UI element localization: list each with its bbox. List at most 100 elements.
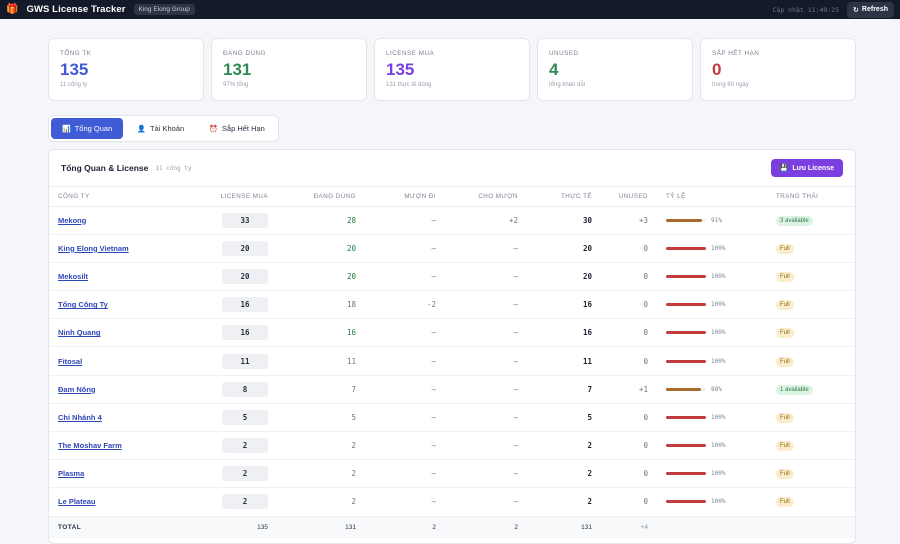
company-link[interactable]: King Elong Vietnam (49, 234, 189, 263)
license-input[interactable]: 16 (222, 325, 268, 341)
company-link[interactable]: Plasma (49, 459, 189, 489)
table-row: Le Plateau 2 2– –2 0 100% Full (49, 487, 855, 517)
table-row: Fitosal 11 11– –11 0 100% Full (49, 346, 855, 376)
license-cell[interactable]: 33 (189, 206, 277, 235)
tab-expiring[interactable]: ⏰ Sắp Hết Hạn (198, 118, 276, 139)
stat-label: Unused (549, 50, 579, 57)
lend-cell: – (445, 403, 527, 433)
license-input[interactable]: 5 (222, 409, 268, 425)
license-input[interactable]: 20 (222, 240, 268, 256)
company-link[interactable]: Chi Nhánh 4 (49, 403, 189, 433)
col-ratio[interactable]: Tỷ lệ (657, 187, 767, 207)
company-link[interactable]: Mekong (49, 206, 189, 235)
company-link[interactable]: Đam Nông (49, 375, 189, 404)
ratio-cell: 100% (657, 346, 767, 376)
borrow-cell: – (365, 487, 445, 517)
license-input[interactable]: 16 (222, 297, 268, 313)
using-cell: 2 (277, 487, 365, 517)
status-badge: Full (776, 497, 794, 508)
license-cell[interactable]: 2 (189, 459, 277, 489)
company-link[interactable]: Mekosilt (49, 262, 189, 292)
company-link[interactable]: Ninh Quang (49, 318, 189, 348)
license-input[interactable]: 8 (222, 381, 268, 397)
borrow-cell: – (365, 459, 445, 489)
ratio-bar-fill (666, 359, 706, 363)
actual-cell: 2 (527, 487, 601, 517)
unused-cell: 0 (601, 403, 657, 433)
tab-label: Tài Khoản (149, 124, 185, 133)
total-actual: 131 (527, 516, 601, 539)
tab-accounts[interactable]: 👤 Tài Khoản (126, 118, 195, 139)
using-cell: 28 (277, 206, 365, 235)
total-lend: 2 (445, 516, 527, 539)
company-link[interactable]: Le Plateau (49, 487, 189, 517)
lend-cell: – (445, 262, 527, 292)
ratio-cell: 100% (657, 262, 767, 292)
top-bar: 🎁 GWS License Tracker King Elong Group C… (0, 0, 900, 19)
stats-row: Tổng TK 135 11 công ty Đang dùng 131 97%… (48, 38, 856, 101)
borrow-cell: – (365, 346, 445, 376)
ratio-percent: 100% (711, 244, 726, 252)
license-cell[interactable]: 16 (189, 318, 277, 348)
save-license-button[interactable]: 💾 Lưu License (770, 159, 843, 177)
license-cell[interactable]: 5 (189, 403, 277, 433)
license-cell[interactable]: 8 (189, 375, 277, 404)
col-lend[interactable]: Cho mượn (445, 187, 527, 207)
total-license: 135 (189, 516, 277, 539)
using-cell: 2 (277, 431, 365, 461)
actual-cell: 30 (527, 206, 601, 235)
ratio-bar (666, 331, 706, 335)
ratio-bar-fill (666, 500, 706, 504)
col-actual[interactable]: Thực tế (527, 187, 601, 207)
ratio-bar-fill (666, 444, 706, 448)
stat-label: Đang dùng (223, 50, 266, 57)
col-company[interactable]: Công ty (49, 187, 189, 207)
total-row: TOTAL 135 131 2 2 131 +4 (49, 516, 855, 539)
license-cell[interactable]: 11 (189, 346, 277, 376)
panel-title: Tổng Quan & License (61, 163, 149, 173)
ratio-bar-fill (666, 387, 702, 391)
license-cell[interactable]: 20 (189, 262, 277, 292)
license-input[interactable]: 11 (222, 353, 268, 369)
license-cell[interactable]: 16 (189, 290, 277, 320)
license-cell[interactable]: 20 (189, 234, 277, 263)
company-link[interactable]: The Moshav Farm (49, 431, 189, 461)
license-input[interactable]: 2 (222, 438, 268, 454)
col-using[interactable]: Đang dùng (277, 187, 365, 207)
license-cell[interactable]: 2 (189, 487, 277, 517)
ratio-percent: 88% (711, 385, 722, 393)
actual-cell: 20 (527, 234, 601, 263)
org-badge[interactable]: King Elong Group (133, 4, 195, 15)
company-link[interactable]: Tổng Công Ty (49, 290, 189, 320)
col-license[interactable]: License mua (189, 187, 277, 207)
app-title: GWS License Tracker (26, 4, 126, 15)
ratio-percent: 100% (711, 329, 726, 337)
col-borrow[interactable]: Mượn đi (365, 187, 445, 207)
table-row: King Elong Vietnam 20 20– –20 0 100% Full (49, 234, 855, 263)
save-icon: 💾 (779, 165, 789, 172)
col-status[interactable]: Trạng thái (767, 187, 855, 207)
refresh-button[interactable]: ↻ Refresh (847, 1, 894, 18)
ratio-cell: 100% (657, 403, 767, 433)
stat-value: 135 (60, 60, 89, 79)
ratio-bar (666, 444, 706, 448)
ratio-percent: 100% (711, 498, 726, 506)
license-input[interactable]: 2 (222, 466, 268, 482)
ratio-bar (666, 274, 706, 278)
col-unused[interactable]: Unused (601, 187, 657, 207)
actual-cell: 20 (527, 262, 601, 292)
stat-value: 0 (712, 60, 722, 79)
table-row: Mekong 33 28– +2 30 +3 91% 3 available (49, 206, 855, 235)
ratio-bar (666, 359, 706, 363)
license-input[interactable]: 2 (222, 494, 268, 510)
company-link[interactable]: Fitosal (49, 346, 189, 376)
stat-label: License mua (386, 50, 435, 57)
license-input[interactable]: 20 (222, 268, 268, 284)
status-cell: Full (767, 403, 855, 433)
license-cell[interactable]: 2 (189, 431, 277, 461)
overview-panel: Tổng Quan & License 11 công ty 💾 Lưu Lic… (48, 149, 856, 544)
actual-cell: 16 (527, 290, 601, 320)
tab-overview[interactable]: 📊 Tổng Quan (51, 118, 124, 139)
ratio-bar (666, 303, 706, 307)
license-input[interactable]: 33 (222, 212, 268, 228)
